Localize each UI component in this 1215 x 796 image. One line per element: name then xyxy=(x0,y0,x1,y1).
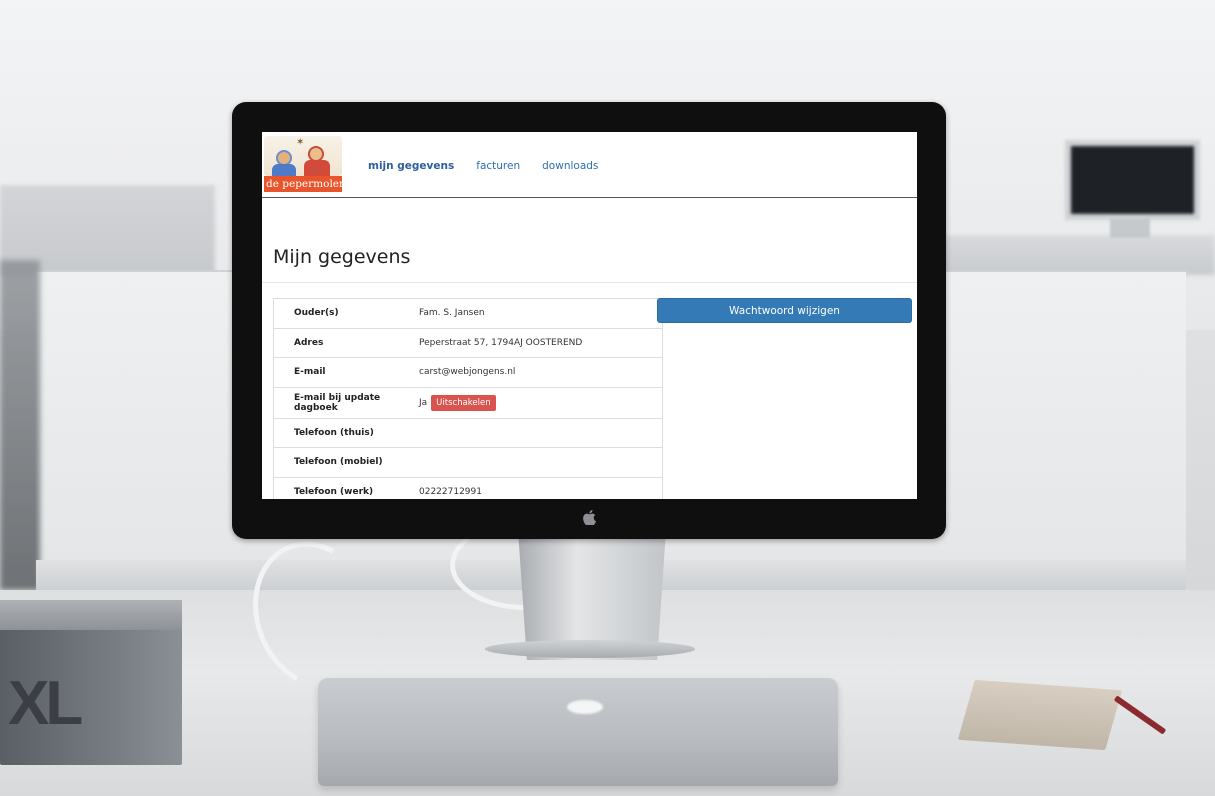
change-password-button[interactable]: Wachtwoord wijzigen xyxy=(657,298,912,323)
value-text: Ja xyxy=(419,397,428,408)
child-figure-body xyxy=(272,164,296,176)
row-label: Telefoon (werk) xyxy=(294,487,374,498)
book-top xyxy=(0,600,182,630)
apple-icon xyxy=(582,510,596,526)
table-row: E-mail carst@webjongens.nl xyxy=(274,358,662,388)
divider xyxy=(262,282,917,283)
row-label: Adres xyxy=(294,337,324,348)
notebook xyxy=(957,679,1123,751)
value-text: carst@webjongens.nl xyxy=(419,367,516,378)
value-text: 02222712991 xyxy=(419,487,482,498)
header-bar: ✶ de pepermolen mijn gegevens facturen d… xyxy=(262,132,917,198)
row-value: carst@webjongens.nl xyxy=(419,367,515,377)
child-figure-body xyxy=(304,160,330,176)
disable-email-button[interactable]: Uitschakelen xyxy=(431,394,496,411)
value-text: Peperstraat 57, 1794AJ OOSTEREND xyxy=(419,337,583,348)
value-text: Fam. S. Jansen xyxy=(419,308,485,319)
row-label: Telefoon (thuis) xyxy=(294,427,374,438)
windmill-icon: ✶ xyxy=(296,137,305,148)
row-label: Ouder(s) xyxy=(294,308,339,319)
details-table: Ouder(s) Fam. S. Jansen Adres Peperstraa… xyxy=(273,298,663,499)
book-title: XL xyxy=(8,669,83,738)
row-value: Peperstraat 57, 1794AJ OOSTEREND xyxy=(419,338,582,348)
background-monitor-stand xyxy=(1110,218,1150,238)
page-title: Mijn gegevens xyxy=(273,246,411,268)
logo-text: de pepermolen xyxy=(264,176,346,192)
row-label: E-mail xyxy=(294,367,326,378)
screen: ✶ de pepermolen mijn gegevens facturen d… xyxy=(262,132,917,499)
background-chair xyxy=(0,260,40,590)
table-row: Telefoon (thuis) xyxy=(274,419,662,448)
table-row: Telefoon (mobiel) xyxy=(274,448,662,478)
site-logo[interactable]: ✶ de pepermolen xyxy=(264,136,346,192)
row-label: E-mail bij update dagboek xyxy=(294,392,381,413)
background-monitor xyxy=(1065,140,1200,220)
nav-item-downloads[interactable]: downloads xyxy=(542,160,598,172)
main-nav: mijn gegevens facturen downloads xyxy=(368,160,620,172)
row-value: Ja Uitschakelen xyxy=(419,394,496,411)
background-desk xyxy=(940,235,1215,275)
row-value: 02222712991 xyxy=(419,487,482,497)
row-label: Telefoon (mobiel) xyxy=(294,457,383,468)
table-row: Telefoon (werk) 02222712991 xyxy=(274,478,662,500)
logo-illustration: ✶ xyxy=(264,136,342,176)
table-row: Ouder(s) Fam. S. Jansen xyxy=(274,299,662,329)
laptop xyxy=(318,678,838,786)
table-row: Adres Peperstraat 57, 1794AJ OOSTEREND xyxy=(274,329,662,358)
nav-item-mijn-gegevens[interactable]: mijn gegevens xyxy=(368,160,454,172)
laptop-apple-logo xyxy=(567,700,603,714)
row-value: Fam. S. Jansen xyxy=(419,308,485,318)
imac-stand-base xyxy=(485,640,695,658)
nav-item-facturen[interactable]: facturen xyxy=(476,160,520,172)
table-row: E-mail bij update dagboek Ja Uitschakele… xyxy=(274,388,662,419)
